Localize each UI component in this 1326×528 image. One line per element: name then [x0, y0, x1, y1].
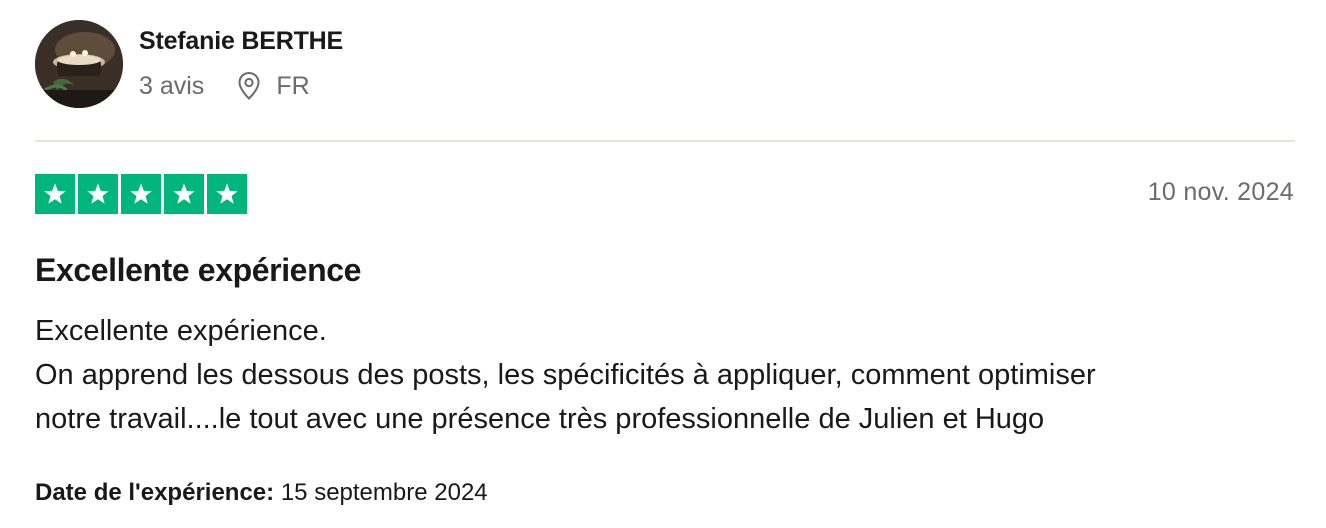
star-rating	[35, 174, 247, 214]
reviewer-meta: 3 avis FR	[139, 70, 310, 102]
star-icon	[121, 174, 161, 214]
location-pin-icon	[236, 71, 262, 101]
review-body-line: notre travail....le tout avec une présen…	[35, 403, 1045, 435]
experience-date-value: 15 septembre 2024	[280, 479, 488, 506]
avatar-image	[35, 20, 123, 108]
review-count: 3 avis	[139, 71, 205, 100]
star-icon	[78, 174, 118, 214]
review-date: 10 nov. 2024	[1147, 178, 1294, 206]
experience-date-label: Date de l'expérience:	[35, 479, 275, 506]
star-icon	[35, 174, 75, 214]
divider	[35, 140, 1295, 142]
review-body-line: On apprend les dessous des posts, les sp…	[35, 359, 1096, 391]
avatar[interactable]	[35, 20, 123, 108]
review-card: Stefanie BERTHE 3 avis FR 10 nov. 2024 E…	[0, 0, 1326, 528]
review-body-line: Excellente expérience.	[35, 315, 327, 347]
reviewer-name[interactable]: Stefanie BERTHE	[139, 26, 343, 56]
star-icon	[207, 174, 247, 214]
star-icon	[164, 174, 204, 214]
reviewer-country: FR	[276, 71, 310, 100]
review-body: Excellente expérience. On apprend les de…	[35, 309, 1275, 441]
review-title[interactable]: Excellente expérience	[35, 250, 361, 290]
experience-date: Date de l'expérience: 15 septembre 2024	[35, 478, 488, 508]
